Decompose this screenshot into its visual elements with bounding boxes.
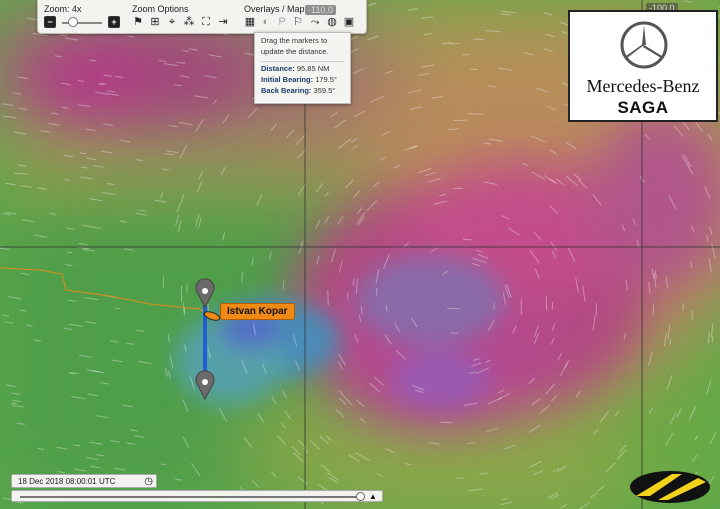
boat-label[interactable]: Istvan Kopar: [220, 303, 295, 320]
distance-value: 95.85 NM: [296, 63, 330, 73]
play-icon[interactable]: ▲: [369, 492, 377, 501]
moon-icon[interactable]: ◐: [260, 16, 272, 28]
race-logo: [630, 471, 710, 503]
popup-instructions: Drag the markers to update the distance.: [261, 36, 329, 56]
expand-icon[interactable]: ⊞: [149, 16, 161, 28]
track-icon[interactable]: ⤳: [309, 16, 321, 28]
back-bearing-label: Back Bearing:: [261, 85, 312, 95]
mercedes-star-icon: [620, 21, 668, 69]
overlays-label: Overlays / Map: [244, 4, 305, 14]
clock-icon[interactable]: ◷: [144, 475, 153, 489]
longitude-tag-top: -110.0: [305, 5, 336, 15]
zoom-label: Zoom: 4x: [44, 4, 82, 14]
exit-icon[interactable]: ⇥: [217, 16, 229, 28]
back-bearing-value: 359.5°: [313, 85, 336, 95]
timeline-handle[interactable]: [356, 492, 365, 501]
initial-bearing-label: Initial Bearing:: [261, 74, 314, 84]
crosshair-icon[interactable]: ⌖: [166, 16, 178, 28]
zoom-in-button[interactable]: +: [108, 16, 120, 28]
initial-bearing-value: 179.5°: [315, 74, 337, 84]
timestamp-bar: 18 Dec 2018 08:00:01 UTC ◷: [11, 474, 157, 488]
flag-overlay-icon[interactable]: ⚐: [292, 16, 304, 28]
sponsor-brand: Mercedes-Benz: [586, 76, 700, 96]
sponsor-logo: Mercedes-Benz SAGA: [568, 10, 718, 122]
timeline-track[interactable]: [20, 496, 360, 498]
flag-icon[interactable]: ⚑: [132, 16, 144, 28]
distance-label: Distance:: [261, 63, 295, 73]
zoom-out-button[interactable]: −: [44, 16, 56, 28]
timestamp: 18 Dec 2018 08:00:01 UTC: [18, 477, 116, 486]
grid-icon[interactable]: ▦: [244, 16, 256, 28]
map-layer-icon[interactable]: ▣: [343, 16, 355, 28]
timeline-slider[interactable]: ▲: [11, 490, 383, 502]
distance-popup: Drag the markers to update the distance.…: [254, 32, 351, 104]
fullscreen-icon[interactable]: ⛶: [200, 16, 212, 28]
fleet-icon[interactable]: ⁂: [183, 16, 195, 28]
zoom-options-label: Zoom Options: [132, 4, 189, 14]
sponsor-name: SAGA: [617, 98, 669, 117]
globe-icon[interactable]: ◍: [326, 16, 338, 28]
zoom-slider-handle[interactable]: [68, 17, 78, 27]
pressure-icon[interactable]: P: [276, 16, 288, 28]
